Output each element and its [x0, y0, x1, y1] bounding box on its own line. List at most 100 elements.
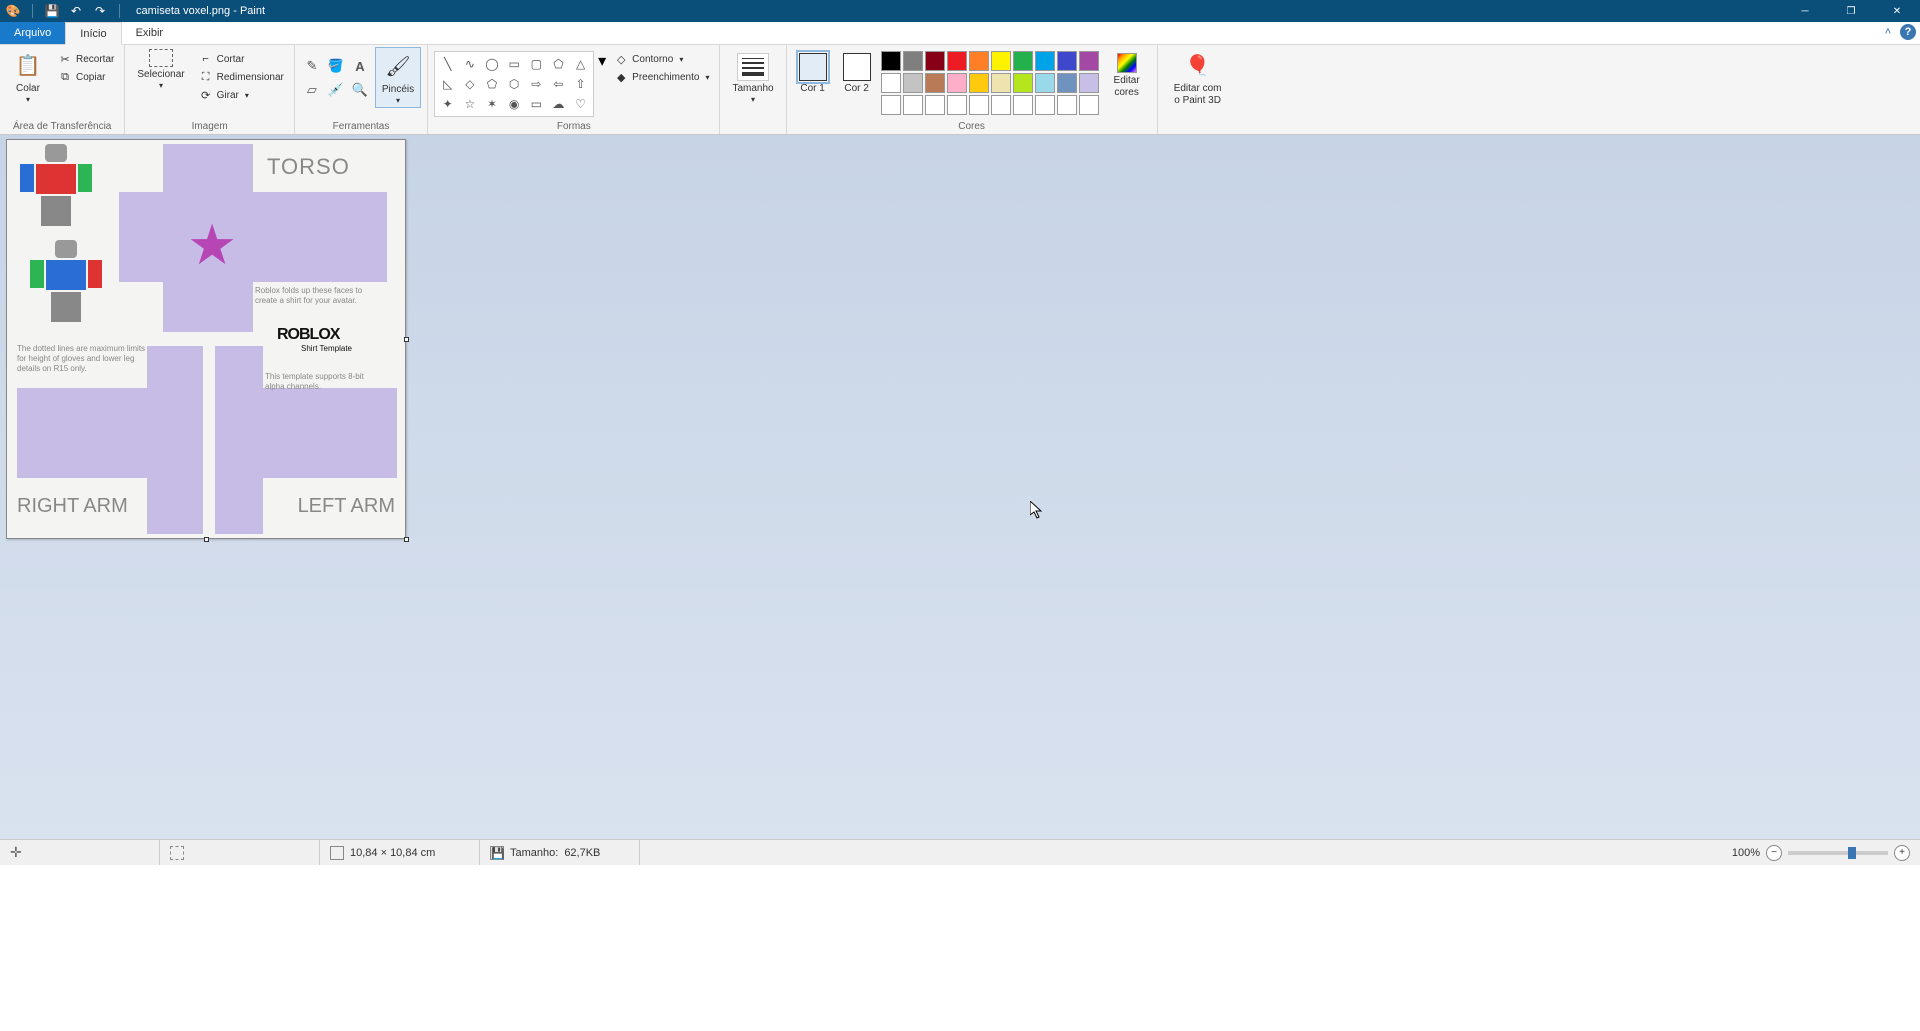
outline-button[interactable]: ◇ Contorno▾ [610, 51, 713, 67]
zoom-in-button[interactable]: + [1894, 845, 1910, 861]
shape-callout-round[interactable]: ◉ [504, 95, 525, 114]
help-icon[interactable]: ? [1900, 24, 1916, 40]
shape-callout-rect[interactable]: ▭ [526, 95, 547, 114]
tab-view[interactable]: Exibir [122, 22, 178, 44]
paste-button[interactable]: 📋 Colar ▾ [6, 47, 50, 106]
select-rect-icon [149, 49, 173, 67]
color-swatch[interactable] [947, 73, 967, 93]
color-swatch[interactable] [903, 73, 923, 93]
paint-app-icon[interactable]: 🎨 [4, 2, 22, 20]
color-swatch[interactable] [903, 51, 923, 71]
color-swatch[interactable] [925, 73, 945, 93]
color-swatch[interactable] [1035, 51, 1055, 71]
color-swatch[interactable] [925, 51, 945, 71]
color-swatch[interactable] [881, 51, 901, 71]
shape-pentagon[interactable]: ⬠ [481, 74, 502, 93]
color-swatch[interactable] [1057, 73, 1077, 93]
shape-polygon[interactable]: ⬠ [548, 54, 569, 73]
canvas[interactable]: ★ TORSO RIGHT ARM LEFT ARM Roblox folds … [6, 139, 406, 539]
copy-button[interactable]: ⧉ Copiar [54, 69, 118, 85]
resize-handle-right[interactable] [404, 337, 409, 342]
shape-arrow-up[interactable]: ⇧ [570, 74, 591, 93]
color-swatch[interactable] [1035, 73, 1055, 93]
zoom-out-button[interactable]: − [1766, 845, 1782, 861]
qat-save-icon[interactable]: 💾 [43, 2, 61, 20]
color-swatch[interactable] [991, 95, 1011, 115]
qat-redo-icon[interactable]: ↷ [91, 2, 109, 20]
paint3d-button[interactable]: 🎈 Editar com o Paint 3D [1164, 47, 1232, 109]
mouse-cursor [1030, 501, 1044, 522]
edit-colors-button[interactable]: Editar cores [1103, 47, 1151, 101]
color1-button[interactable]: Cor 1 [793, 47, 833, 97]
fill-tool[interactable]: 🪣 [325, 55, 347, 77]
color-swatch[interactable] [947, 51, 967, 71]
color-swatch[interactable] [903, 95, 923, 115]
magnifier-tool[interactable]: 🔍 [349, 79, 371, 101]
color-swatch[interactable] [1057, 95, 1077, 115]
minimize-ribbon-icon[interactable]: ˄ [1880, 24, 1896, 40]
size-button[interactable]: Tamanho ▾ [726, 47, 779, 106]
shapes-more-button[interactable]: ▾ [598, 51, 606, 71]
close-button[interactable]: ✕ [1874, 0, 1920, 22]
shape-5star[interactable]: ☆ [459, 95, 480, 114]
minimize-button[interactable]: ─ [1782, 0, 1828, 22]
shape-6star[interactable]: ✶ [481, 95, 502, 114]
shape-arrow-right[interactable]: ⇨ [526, 74, 547, 93]
color-swatch[interactable] [1057, 51, 1077, 71]
color-swatch[interactable] [969, 73, 989, 93]
color-swatch[interactable] [1013, 51, 1033, 71]
shape-line[interactable]: ╲ [437, 54, 458, 73]
rotate-button[interactable]: ⟳ Girar▾ [195, 87, 288, 103]
tab-file[interactable]: Arquivo [0, 22, 65, 44]
maximize-button[interactable]: ❐ [1828, 0, 1874, 22]
resize-handle-bottom[interactable] [204, 537, 209, 542]
tab-home[interactable]: Início [65, 22, 121, 45]
shape-rect[interactable]: ▭ [504, 54, 525, 73]
copy-icon: ⧉ [58, 70, 72, 84]
color-swatch[interactable] [969, 51, 989, 71]
fill-button[interactable]: ◆ Preenchimento▾ [610, 69, 713, 85]
pencil-tool[interactable]: ✎ [301, 55, 323, 77]
scissors-icon: ✂ [58, 52, 72, 66]
group-colors: Cor 1 Cor 2 Editar cores Cores [787, 45, 1158, 134]
shape-heart[interactable]: ♡ [570, 95, 591, 114]
shape-callout-cloud[interactable]: ☁ [548, 95, 569, 114]
shape-triangle[interactable]: △ [570, 54, 591, 73]
color-swatch[interactable] [1013, 95, 1033, 115]
color-swatch[interactable] [881, 95, 901, 115]
resize-handle-corner[interactable] [404, 537, 409, 542]
color1-swatch [799, 53, 827, 81]
color-swatch[interactable] [947, 95, 967, 115]
color-swatch[interactable] [1035, 95, 1055, 115]
shape-arrow-left[interactable]: ⇦ [548, 74, 569, 93]
shape-curve[interactable]: ∿ [459, 54, 480, 73]
color-swatch[interactable] [1079, 95, 1099, 115]
color-swatch[interactable] [881, 73, 901, 93]
zoom-slider[interactable] [1788, 851, 1888, 855]
color2-button[interactable]: Cor 2 [837, 47, 877, 97]
text-tool[interactable]: A [349, 55, 371, 77]
shape-hexagon[interactable]: ⬡ [504, 74, 525, 93]
shape-roundrect[interactable]: ▢ [526, 54, 547, 73]
color-swatch[interactable] [991, 51, 1011, 71]
shape-oval[interactable]: ◯ [481, 54, 502, 73]
color-swatch[interactable] [1079, 73, 1099, 93]
color-swatch[interactable] [925, 95, 945, 115]
brushes-button[interactable]: 🖌 Pincéis ▾ [375, 47, 421, 108]
eraser-tool[interactable]: ▱ [301, 79, 323, 101]
resize-button[interactable]: ⛶ Redimensionar [195, 69, 288, 85]
workspace[interactable]: ★ TORSO RIGHT ARM LEFT ARM Roblox folds … [0, 135, 1920, 839]
picker-tool[interactable]: 💉 [325, 79, 347, 101]
shapes-gallery[interactable]: ╲ ∿ ◯ ▭ ▢ ⬠ △ ◺ ◇ ⬠ ⬡ ⇨ ⇦ ⇧ ✦ ☆ ✶ ◉ ▭ ☁ [434, 51, 594, 117]
shape-diamond[interactable]: ◇ [459, 74, 480, 93]
cut-button[interactable]: ✂ Recortar [54, 51, 118, 67]
color-swatch[interactable] [1079, 51, 1099, 71]
select-button[interactable]: Selecionar ▾ [131, 47, 190, 92]
shape-right-triangle[interactable]: ◺ [437, 74, 458, 93]
color-swatch[interactable] [991, 73, 1011, 93]
crop-button[interactable]: ⌐ Cortar [195, 51, 288, 67]
color-swatch[interactable] [1013, 73, 1033, 93]
color-swatch[interactable] [969, 95, 989, 115]
shape-4star[interactable]: ✦ [437, 95, 458, 114]
qat-undo-icon[interactable]: ↶ [67, 2, 85, 20]
